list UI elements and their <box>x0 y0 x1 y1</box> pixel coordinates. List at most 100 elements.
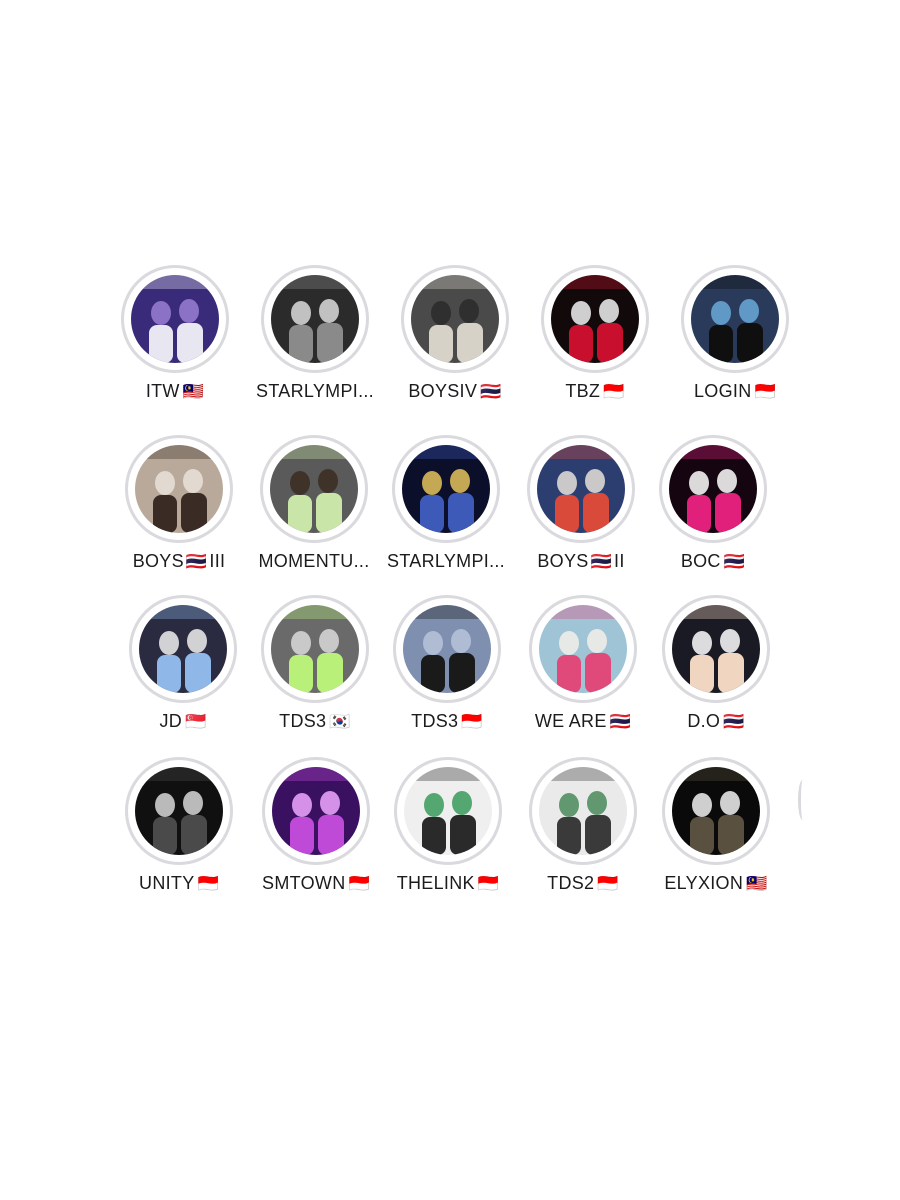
highlight-cover-image <box>402 445 490 533</box>
highlight-cover-image <box>537 445 625 533</box>
highlight-cover-image <box>411 275 499 363</box>
highlight-label: D.O 🇹🇭 <box>687 711 744 732</box>
highlight-cover-image <box>135 767 223 855</box>
highlight-title-suffix: III <box>209 551 226 571</box>
highlight-title: TDS3 <box>411 711 459 731</box>
highlight-ring[interactable] <box>541 265 649 373</box>
highlight-ring[interactable] <box>121 265 229 373</box>
highlight-item[interactable]: TBZ 🇮🇩 <box>520 265 670 402</box>
highlight-cover-image <box>272 767 360 855</box>
highlight-item[interactable]: BOYS 🇹🇭 III <box>104 435 254 572</box>
highlight-cover-image <box>539 605 627 693</box>
highlight-label: BOC 🇹🇭 <box>681 551 745 572</box>
highlight-title-suffix: II <box>614 551 625 571</box>
highlight-ring[interactable] <box>129 595 237 703</box>
flag-emoji: 🇲🇾 <box>746 873 768 893</box>
flag-emoji: 🇮🇩 <box>603 381 625 401</box>
highlight-item[interactable]: SMTOWN 🇮🇩 <box>241 757 391 894</box>
highlight-title: LOGIN <box>694 381 752 401</box>
highlight-title: ELYXION <box>664 873 744 893</box>
highlight-item[interactable]: BOYS 🇹🇭 II <box>506 435 656 572</box>
flag-emoji: 🇮🇩 <box>348 873 370 893</box>
flag-emoji: 🇹🇭 <box>480 381 502 401</box>
highlight-label: BOYS 🇹🇭 III <box>133 551 226 572</box>
highlight-ring[interactable] <box>659 435 767 543</box>
highlight-title: STARLYMPI... <box>387 551 505 571</box>
highlight-ring[interactable] <box>662 595 770 703</box>
highlight-item[interactable]: LOGIN 🇮🇩 <box>660 265 810 402</box>
flag-emoji: 🇲🇾 <box>182 381 205 401</box>
highlight-ring[interactable] <box>529 757 637 865</box>
highlight-item[interactable]: TDS3 🇮🇩 <box>372 595 522 732</box>
highlight-item[interactable]: STARLYMPI... <box>240 265 390 402</box>
highlight-label: TBZ 🇮🇩 <box>565 381 624 402</box>
highlight-item[interactable]: ITW 🇲🇾 <box>100 265 250 402</box>
highlight-ring[interactable] <box>393 595 501 703</box>
highlight-title: BOYS <box>132 551 184 571</box>
flag-emoji: 🇮🇩 <box>461 711 483 731</box>
highlight-label: TDS2 🇮🇩 <box>547 873 619 894</box>
highlight-item[interactable]: STARLYMPI... <box>371 435 521 572</box>
flag-emoji: 🇮🇩 <box>197 873 219 893</box>
flag-emoji: 🇹🇭 <box>185 551 208 571</box>
highlight-ring[interactable] <box>125 757 233 865</box>
highlight-title: TDS2 <box>547 873 595 893</box>
highlight-title: MOMENTU... <box>258 551 370 571</box>
highlight-title: BOYS <box>537 551 589 571</box>
highlight-item[interactable]: MOMENTU... <box>239 435 389 572</box>
highlight-label: ITW 🇲🇾 <box>146 381 204 402</box>
highlight-item[interactable]: TDS2 🇮🇩 <box>508 757 658 894</box>
highlight-label: BOYS 🇹🇭 II <box>537 551 624 572</box>
highlight-cover-image <box>691 275 779 363</box>
highlight-ring[interactable] <box>262 757 370 865</box>
highlight-ring[interactable] <box>527 435 635 543</box>
highlight-item[interactable]: D.O 🇹🇭 <box>641 595 791 732</box>
highlight-ring[interactable] <box>261 265 369 373</box>
highlight-ring[interactable] <box>392 435 500 543</box>
highlight-item[interactable]: BOC 🇹🇭 <box>638 435 788 572</box>
highlight-ring[interactable] <box>681 265 789 373</box>
highlight-title: THELINK <box>396 873 475 893</box>
highlight-cover-image <box>139 605 227 693</box>
highlight-cover-image <box>271 275 359 363</box>
highlight-item[interactable]: WE ARE 🇹🇭 <box>508 595 658 732</box>
highlight-ring[interactable] <box>261 595 369 703</box>
highlight-cover-image <box>270 445 358 533</box>
flag-emoji: 🇸🇬 <box>185 711 207 731</box>
highlight-item[interactable]: UNITY 🇮🇩 <box>104 757 254 894</box>
highlight-ring[interactable] <box>662 757 770 865</box>
highlight-item[interactable]: JD 🇸🇬 <box>108 595 258 732</box>
highlight-cover-image <box>404 767 492 855</box>
highlight-title: BOC <box>680 551 721 571</box>
highlight-label: BOYSIV 🇹🇭 <box>408 381 501 402</box>
flag-emoji: 🇮🇩 <box>477 873 500 893</box>
highlight-label: LOGIN 🇮🇩 <box>694 381 776 402</box>
story-highlights-grid: ITW 🇲🇾 STARLYMPI... BOYSIV 🇹🇭 TBZ 🇮🇩 LOGIN 🇮🇩 BO… <box>0 0 900 1200</box>
highlight-label: UNITY 🇮🇩 <box>139 873 219 894</box>
highlight-title: STARLYMPI... <box>256 381 374 401</box>
highlight-label: THELINK 🇮🇩 <box>397 873 500 894</box>
highlight-ring[interactable] <box>529 595 637 703</box>
highlight-title: WE ARE <box>534 711 607 731</box>
highlight-label: MOMENTU... <box>259 551 370 572</box>
highlight-label: TDS3 🇮🇩 <box>411 711 483 732</box>
highlight-label: ELYXION 🇲🇾 <box>664 873 767 894</box>
highlight-ring[interactable] <box>401 265 509 373</box>
highlight-item[interactable]: THELINK 🇮🇩 <box>373 757 523 894</box>
flag-emoji: 🇮🇩 <box>754 381 776 401</box>
highlight-title: TBZ <box>565 381 601 401</box>
highlight-item[interactable]: ELYXION 🇲🇾 <box>641 757 791 894</box>
highlight-label: WE ARE 🇹🇭 <box>535 711 631 732</box>
highlight-label: STARLYMPI... <box>256 381 374 402</box>
highlight-label: STARLYMPI... <box>387 551 505 572</box>
highlight-item[interactable]: BOYSIV 🇹🇭 <box>380 265 530 402</box>
highlight-item[interactable]: TDS3 🇰🇷 <box>240 595 390 732</box>
highlight-cover-image <box>271 605 359 693</box>
flag-emoji: 🇹🇭 <box>590 551 613 571</box>
flag-emoji: 🇹🇭 <box>723 711 745 731</box>
next-highlight-edge <box>798 780 807 820</box>
highlight-ring[interactable] <box>125 435 233 543</box>
highlight-title: JD <box>159 711 183 731</box>
highlight-ring[interactable] <box>260 435 368 543</box>
highlight-ring[interactable] <box>394 757 502 865</box>
